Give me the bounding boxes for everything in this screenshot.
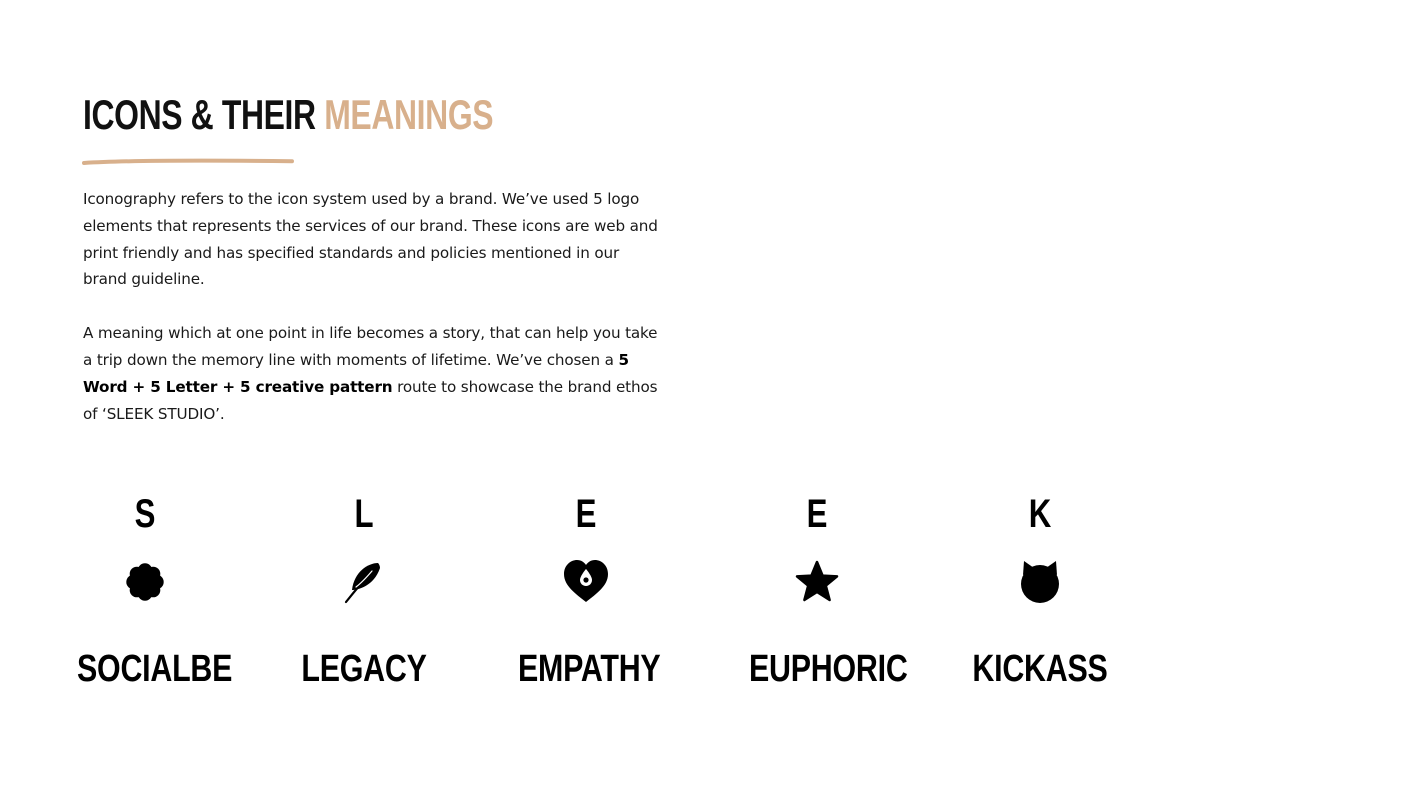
feather-icon bbox=[342, 560, 386, 604]
intro-paragraph-2: A meaning which at one point in life bec… bbox=[83, 324, 658, 423]
title-main: ICONS & THEIR bbox=[83, 91, 316, 138]
tile-letter: E bbox=[575, 492, 597, 536]
title-accent: MEANINGS bbox=[324, 91, 494, 138]
tile-letter: K bbox=[1028, 492, 1052, 536]
intro-text: Iconography refers to the icon system us… bbox=[83, 186, 658, 427]
icon-tile-empathy: E EMPATHY bbox=[501, 488, 671, 698]
icon-tile-legacy: L LEGACY bbox=[279, 488, 449, 698]
tile-word: EMPATHY bbox=[518, 648, 661, 690]
devil-horns-icon bbox=[1018, 560, 1062, 604]
tile-word: KICKASS bbox=[972, 648, 1108, 690]
tile-letter: E bbox=[806, 492, 828, 536]
tile-letter: S bbox=[134, 492, 156, 536]
icon-tile-socialbe: S SOCIALBE bbox=[60, 488, 233, 698]
icon-tile-euphoric: E EUPHORIC bbox=[732, 488, 908, 698]
icon-tile-kickass: K KICKASS bbox=[955, 488, 1125, 698]
tile-letter: L bbox=[354, 492, 374, 536]
heart-drop-icon bbox=[564, 560, 608, 604]
star-icon bbox=[795, 560, 839, 604]
page-title: ICONS & THEIR MEANINGS bbox=[83, 90, 494, 140]
tile-word: LEGACY bbox=[301, 648, 427, 690]
tile-word: SOCIALBE bbox=[77, 648, 233, 690]
tile-word: EUPHORIC bbox=[749, 648, 908, 690]
flower-icon bbox=[123, 560, 167, 604]
intro-paragraph-1: Iconography refers to the icon system us… bbox=[83, 190, 658, 289]
title-underline bbox=[82, 158, 294, 165]
